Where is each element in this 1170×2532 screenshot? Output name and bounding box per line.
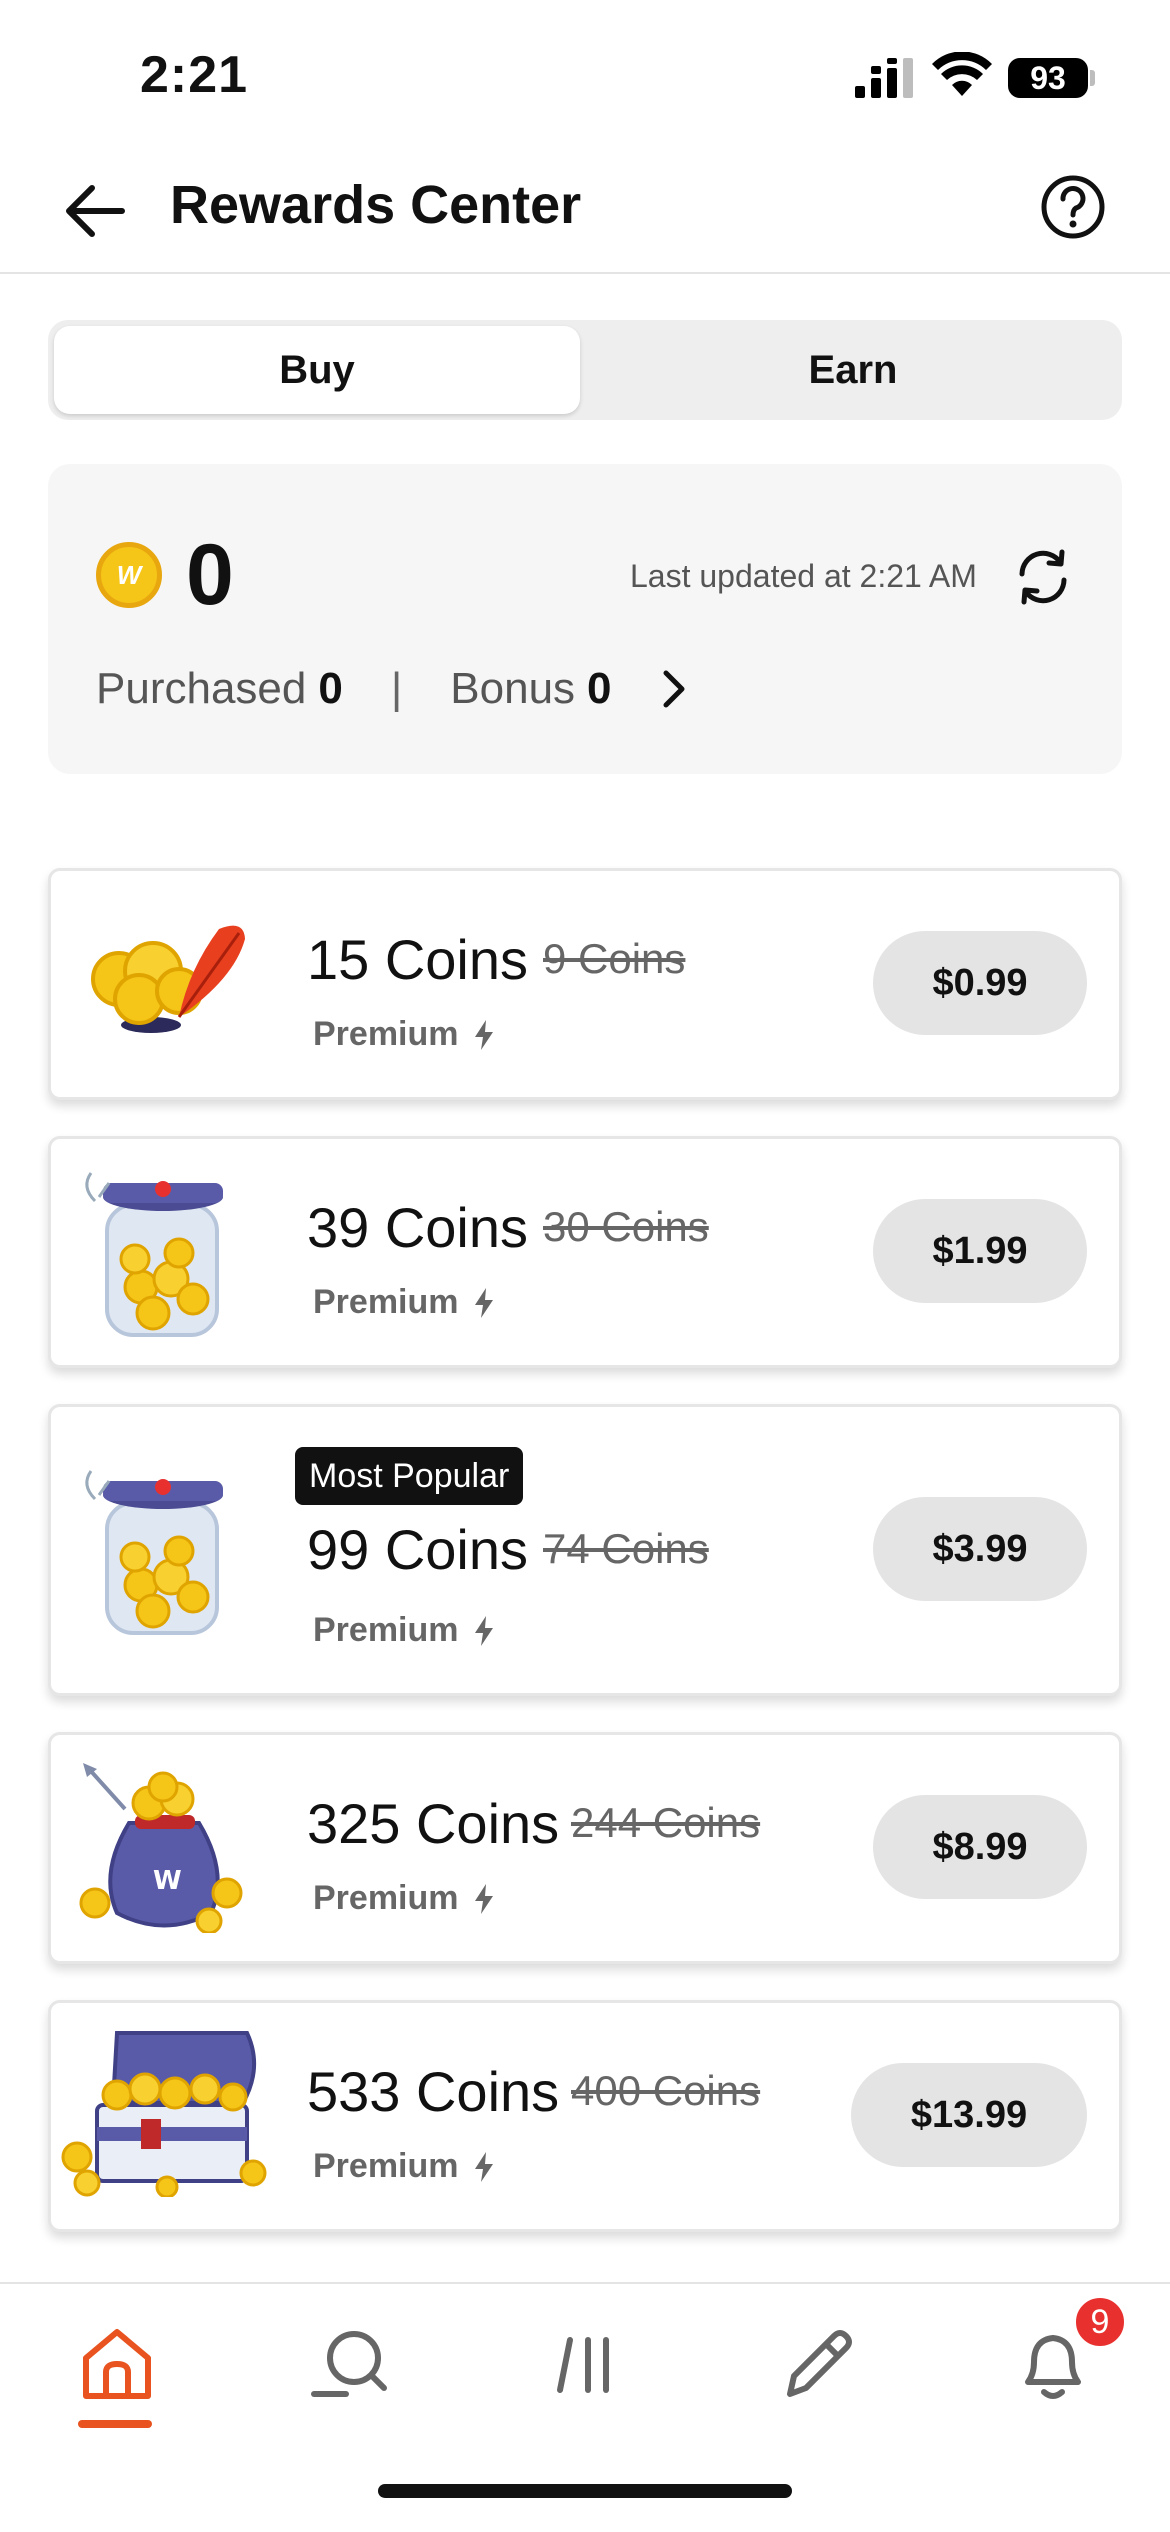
coin-jar-icon	[85, 1172, 223, 1337]
package-tier: Premium	[313, 2147, 495, 2186]
lightning-icon	[474, 2151, 493, 2182]
page-title: Rewards Center	[170, 175, 582, 235]
help-icon[interactable]	[1040, 174, 1106, 240]
coin-package-card[interactable]: W 325 Coins 244 Coins Premium $8.99	[48, 1732, 1122, 1964]
buy-price-button[interactable]: $8.99	[873, 1795, 1087, 1899]
rewards-screen: 2:21 93 Rewards Center Buy Earn W 0 Last…	[0, 0, 1170, 2532]
package-tier: Premium	[313, 1879, 495, 1918]
status-bar: 2:21 93	[0, 0, 1170, 150]
breakdown-separator: |	[390, 664, 403, 713]
package-coins: 533 Coins	[307, 2060, 560, 2123]
pencil-icon[interactable]	[776, 2320, 862, 2406]
coin-balance-card: W 0 Last updated at 2:21 AM Purchased 0 …	[48, 464, 1122, 774]
buy-price-button[interactable]: $0.99	[873, 931, 1087, 1035]
cellular-signal-icon	[855, 58, 913, 98]
tab-buy[interactable]: Buy	[54, 326, 580, 414]
package-coins: 15 Coins	[307, 928, 529, 991]
coin-balance: 0	[186, 527, 234, 623]
status-time: 2:21	[140, 46, 249, 104]
library-icon[interactable]	[544, 2320, 630, 2406]
home-icon[interactable]	[74, 2320, 160, 2406]
coin-jar-icon	[85, 1470, 223, 1635]
package-tier: Premium	[313, 1015, 495, 1054]
package-coins: 325 Coins	[307, 1792, 560, 1855]
package-original-coins: 74 Coins	[543, 1525, 709, 1572]
coins-quill-icon	[91, 925, 245, 1033]
lightning-icon	[474, 1019, 493, 1050]
package-original-coins: 400 Coins	[571, 2067, 761, 2114]
bonus-value: 0	[587, 664, 612, 713]
package-tier-label: Premium	[313, 1611, 459, 1649]
coin-bag-icon: W	[79, 1763, 243, 1933]
package-original-coins: 244 Coins	[571, 1799, 761, 1846]
coin-package-card[interactable]: 39 Coins 30 Coins Premium $1.99	[48, 1136, 1122, 1368]
most-popular-badge: Most Popular	[295, 1447, 524, 1505]
tab-earn[interactable]: Earn	[590, 326, 1116, 414]
refresh-icon[interactable]	[1010, 544, 1076, 610]
svg-text:W: W	[153, 1866, 182, 1896]
buy-price-button[interactable]: $3.99	[873, 1497, 1087, 1601]
package-tier: Premium	[313, 1611, 495, 1650]
buy-earn-tabs: Buy Earn	[48, 320, 1122, 420]
app-header: Rewards Center	[0, 150, 1170, 274]
buy-price-button[interactable]: $1.99	[873, 1199, 1087, 1303]
package-tier-label: Premium	[313, 1015, 459, 1053]
coin-package-card[interactable]: 15 Coins 9 Coins Premium $0.99	[48, 868, 1122, 1100]
search-icon[interactable]	[306, 2320, 392, 2406]
bonus-label: Bonus	[450, 664, 576, 713]
lightning-icon	[474, 1287, 493, 1318]
battery-indicator: 93	[1008, 58, 1088, 98]
wifi-icon	[932, 52, 992, 96]
treasure-chest-icon	[61, 2031, 267, 2197]
home-active-indicator	[78, 2420, 152, 2428]
lightning-icon	[474, 1883, 493, 1914]
package-coins: 39 Coins	[307, 1196, 529, 1259]
lightning-icon	[474, 1615, 493, 1646]
notification-count-badge: 9	[1072, 2294, 1128, 2350]
battery-tip	[1090, 70, 1095, 86]
coin-package-card[interactable]: 533 Coins 400 Coins Premium $13.99	[48, 2000, 1122, 2232]
purchased-label: Purchased	[96, 664, 307, 713]
coin-package-card[interactable]: Most Popular 99 Coins 74 Coins Premium $…	[48, 1404, 1122, 1696]
package-tier-label: Premium	[313, 1879, 459, 1917]
package-coins: 99 Coins	[307, 1518, 529, 1581]
chevron-right-icon	[663, 670, 685, 708]
package-original-coins: 9 Coins	[543, 935, 686, 982]
coin-icon: W	[96, 542, 162, 608]
purchased-value: 0	[318, 664, 343, 713]
home-indicator	[378, 2484, 792, 2498]
package-original-coins: 30 Coins	[543, 1203, 709, 1250]
package-tier-label: Premium	[313, 2147, 459, 2185]
package-tier-label: Premium	[313, 1283, 459, 1321]
last-updated-text: Last updated at 2:21 AM	[630, 558, 977, 594]
balance-breakdown[interactable]: Purchased 0 | Bonus 0	[96, 664, 692, 714]
package-tier: Premium	[313, 1283, 495, 1322]
buy-price-button[interactable]: $13.99	[851, 2063, 1087, 2167]
back-arrow-icon[interactable]	[60, 176, 130, 246]
